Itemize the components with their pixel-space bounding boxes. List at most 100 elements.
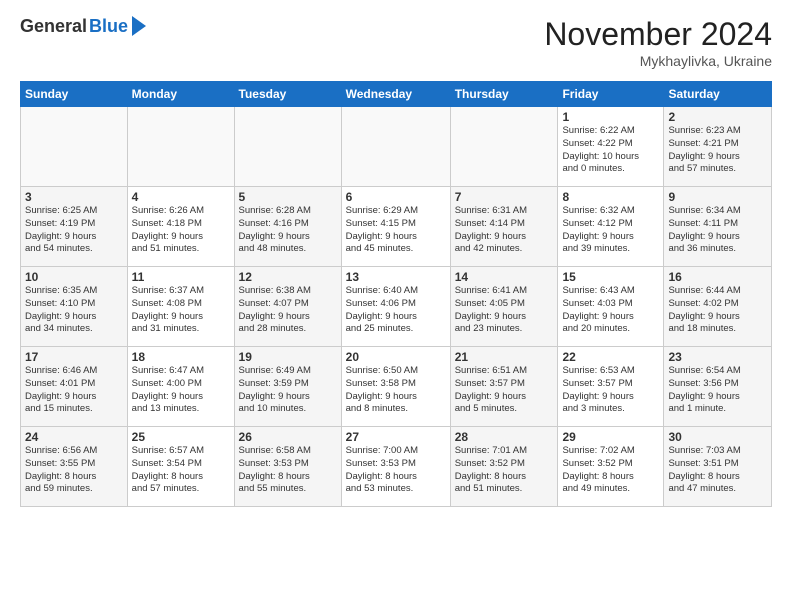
- calendar-day: 6Sunrise: 6:29 AM Sunset: 4:15 PM Daylig…: [341, 187, 450, 267]
- col-monday: Monday: [127, 82, 234, 107]
- day-number: 23: [668, 350, 767, 364]
- calendar-day: 17Sunrise: 6:46 AM Sunset: 4:01 PM Dayli…: [21, 347, 128, 427]
- day-info: Sunrise: 6:40 AM Sunset: 4:06 PM Dayligh…: [346, 285, 446, 336]
- day-info: Sunrise: 6:57 AM Sunset: 3:54 PM Dayligh…: [132, 445, 230, 496]
- day-number: 15: [562, 270, 659, 284]
- calendar-day: [341, 107, 450, 187]
- day-info: Sunrise: 6:41 AM Sunset: 4:05 PM Dayligh…: [455, 285, 554, 336]
- day-number: 19: [239, 350, 337, 364]
- logo-general: General: [20, 16, 87, 37]
- col-wednesday: Wednesday: [341, 82, 450, 107]
- calendar-day: 2Sunrise: 6:23 AM Sunset: 4:21 PM Daylig…: [664, 107, 772, 187]
- calendar-day: 15Sunrise: 6:43 AM Sunset: 4:03 PM Dayli…: [558, 267, 664, 347]
- day-info: Sunrise: 6:23 AM Sunset: 4:21 PM Dayligh…: [668, 125, 767, 176]
- day-info: Sunrise: 6:56 AM Sunset: 3:55 PM Dayligh…: [25, 445, 123, 496]
- day-info: Sunrise: 6:47 AM Sunset: 4:00 PM Dayligh…: [132, 365, 230, 416]
- day-info: Sunrise: 6:28 AM Sunset: 4:16 PM Dayligh…: [239, 205, 337, 256]
- day-number: 26: [239, 430, 337, 444]
- col-sunday: Sunday: [21, 82, 128, 107]
- day-number: 21: [455, 350, 554, 364]
- calendar-header-row: Sunday Monday Tuesday Wednesday Thursday…: [21, 82, 772, 107]
- day-number: 27: [346, 430, 446, 444]
- day-number: 5: [239, 190, 337, 204]
- calendar-day: 13Sunrise: 6:40 AM Sunset: 4:06 PM Dayli…: [341, 267, 450, 347]
- day-info: Sunrise: 6:51 AM Sunset: 3:57 PM Dayligh…: [455, 365, 554, 416]
- calendar-day: 22Sunrise: 6:53 AM Sunset: 3:57 PM Dayli…: [558, 347, 664, 427]
- day-number: 25: [132, 430, 230, 444]
- calendar-day: 19Sunrise: 6:49 AM Sunset: 3:59 PM Dayli…: [234, 347, 341, 427]
- month-title: November 2024: [544, 16, 772, 53]
- calendar-day: 10Sunrise: 6:35 AM Sunset: 4:10 PM Dayli…: [21, 267, 128, 347]
- day-number: 6: [346, 190, 446, 204]
- calendar-day: [234, 107, 341, 187]
- logo-arrow-icon: [132, 16, 146, 36]
- calendar-week-row-3: 17Sunrise: 6:46 AM Sunset: 4:01 PM Dayli…: [21, 347, 772, 427]
- day-info: Sunrise: 7:01 AM Sunset: 3:52 PM Dayligh…: [455, 445, 554, 496]
- day-number: 18: [132, 350, 230, 364]
- logo: General Blue: [20, 16, 146, 37]
- day-info: Sunrise: 6:43 AM Sunset: 4:03 PM Dayligh…: [562, 285, 659, 336]
- location: Mykhaylivka, Ukraine: [544, 53, 772, 69]
- day-info: Sunrise: 6:58 AM Sunset: 3:53 PM Dayligh…: [239, 445, 337, 496]
- day-number: 16: [668, 270, 767, 284]
- calendar-day: 12Sunrise: 6:38 AM Sunset: 4:07 PM Dayli…: [234, 267, 341, 347]
- calendar-day: 25Sunrise: 6:57 AM Sunset: 3:54 PM Dayli…: [127, 427, 234, 507]
- calendar-day: 7Sunrise: 6:31 AM Sunset: 4:14 PM Daylig…: [450, 187, 558, 267]
- day-number: 9: [668, 190, 767, 204]
- calendar-day: 26Sunrise: 6:58 AM Sunset: 3:53 PM Dayli…: [234, 427, 341, 507]
- day-number: 28: [455, 430, 554, 444]
- day-info: Sunrise: 6:31 AM Sunset: 4:14 PM Dayligh…: [455, 205, 554, 256]
- day-info: Sunrise: 6:25 AM Sunset: 4:19 PM Dayligh…: [25, 205, 123, 256]
- col-saturday: Saturday: [664, 82, 772, 107]
- calendar-day: 5Sunrise: 6:28 AM Sunset: 4:16 PM Daylig…: [234, 187, 341, 267]
- day-number: 3: [25, 190, 123, 204]
- day-number: 1: [562, 110, 659, 124]
- day-number: 17: [25, 350, 123, 364]
- calendar-day: [21, 107, 128, 187]
- day-info: Sunrise: 7:00 AM Sunset: 3:53 PM Dayligh…: [346, 445, 446, 496]
- day-info: Sunrise: 6:38 AM Sunset: 4:07 PM Dayligh…: [239, 285, 337, 336]
- day-number: 30: [668, 430, 767, 444]
- calendar-day: 4Sunrise: 6:26 AM Sunset: 4:18 PM Daylig…: [127, 187, 234, 267]
- day-number: 2: [668, 110, 767, 124]
- calendar-day: 11Sunrise: 6:37 AM Sunset: 4:08 PM Dayli…: [127, 267, 234, 347]
- day-info: Sunrise: 7:02 AM Sunset: 3:52 PM Dayligh…: [562, 445, 659, 496]
- calendar-day: 27Sunrise: 7:00 AM Sunset: 3:53 PM Dayli…: [341, 427, 450, 507]
- calendar-day: 28Sunrise: 7:01 AM Sunset: 3:52 PM Dayli…: [450, 427, 558, 507]
- day-info: Sunrise: 6:54 AM Sunset: 3:56 PM Dayligh…: [668, 365, 767, 416]
- calendar-day: 1Sunrise: 6:22 AM Sunset: 4:22 PM Daylig…: [558, 107, 664, 187]
- calendar-day: 30Sunrise: 7:03 AM Sunset: 3:51 PM Dayli…: [664, 427, 772, 507]
- day-number: 24: [25, 430, 123, 444]
- calendar-day: [127, 107, 234, 187]
- col-friday: Friday: [558, 82, 664, 107]
- day-info: Sunrise: 6:35 AM Sunset: 4:10 PM Dayligh…: [25, 285, 123, 336]
- calendar-day: 23Sunrise: 6:54 AM Sunset: 3:56 PM Dayli…: [664, 347, 772, 427]
- day-number: 13: [346, 270, 446, 284]
- calendar-day: 24Sunrise: 6:56 AM Sunset: 3:55 PM Dayli…: [21, 427, 128, 507]
- day-info: Sunrise: 6:50 AM Sunset: 3:58 PM Dayligh…: [346, 365, 446, 416]
- day-number: 20: [346, 350, 446, 364]
- day-info: Sunrise: 6:29 AM Sunset: 4:15 PM Dayligh…: [346, 205, 446, 256]
- day-number: 22: [562, 350, 659, 364]
- calendar-day: 16Sunrise: 6:44 AM Sunset: 4:02 PM Dayli…: [664, 267, 772, 347]
- calendar-week-row-0: 1Sunrise: 6:22 AM Sunset: 4:22 PM Daylig…: [21, 107, 772, 187]
- day-info: Sunrise: 6:49 AM Sunset: 3:59 PM Dayligh…: [239, 365, 337, 416]
- calendar-day: 8Sunrise: 6:32 AM Sunset: 4:12 PM Daylig…: [558, 187, 664, 267]
- page-header: General Blue November 2024 Mykhaylivka, …: [20, 16, 772, 69]
- calendar-table: Sunday Monday Tuesday Wednesday Thursday…: [20, 81, 772, 507]
- calendar-week-row-4: 24Sunrise: 6:56 AM Sunset: 3:55 PM Dayli…: [21, 427, 772, 507]
- col-tuesday: Tuesday: [234, 82, 341, 107]
- day-info: Sunrise: 6:44 AM Sunset: 4:02 PM Dayligh…: [668, 285, 767, 336]
- day-info: Sunrise: 6:53 AM Sunset: 3:57 PM Dayligh…: [562, 365, 659, 416]
- day-number: 4: [132, 190, 230, 204]
- logo-blue: Blue: [89, 16, 128, 37]
- day-number: 29: [562, 430, 659, 444]
- day-info: Sunrise: 6:22 AM Sunset: 4:22 PM Dayligh…: [562, 125, 659, 176]
- calendar-day: 9Sunrise: 6:34 AM Sunset: 4:11 PM Daylig…: [664, 187, 772, 267]
- day-info: Sunrise: 6:32 AM Sunset: 4:12 PM Dayligh…: [562, 205, 659, 256]
- day-info: Sunrise: 6:34 AM Sunset: 4:11 PM Dayligh…: [668, 205, 767, 256]
- day-number: 14: [455, 270, 554, 284]
- title-block: November 2024 Mykhaylivka, Ukraine: [544, 16, 772, 69]
- day-info: Sunrise: 6:46 AM Sunset: 4:01 PM Dayligh…: [25, 365, 123, 416]
- day-info: Sunrise: 7:03 AM Sunset: 3:51 PM Dayligh…: [668, 445, 767, 496]
